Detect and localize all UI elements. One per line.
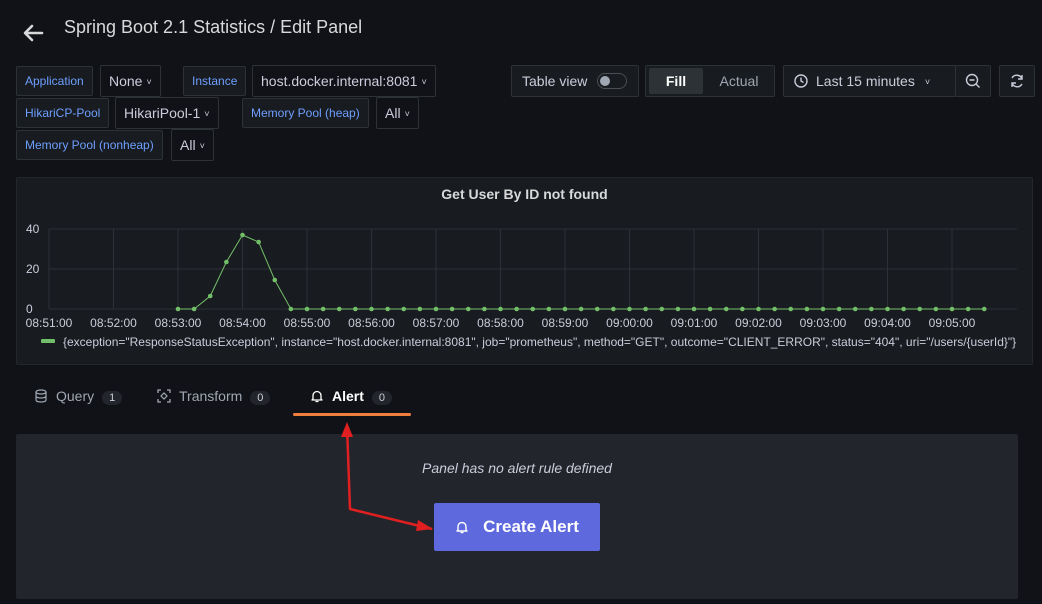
annotation-arrow <box>341 422 433 531</box>
